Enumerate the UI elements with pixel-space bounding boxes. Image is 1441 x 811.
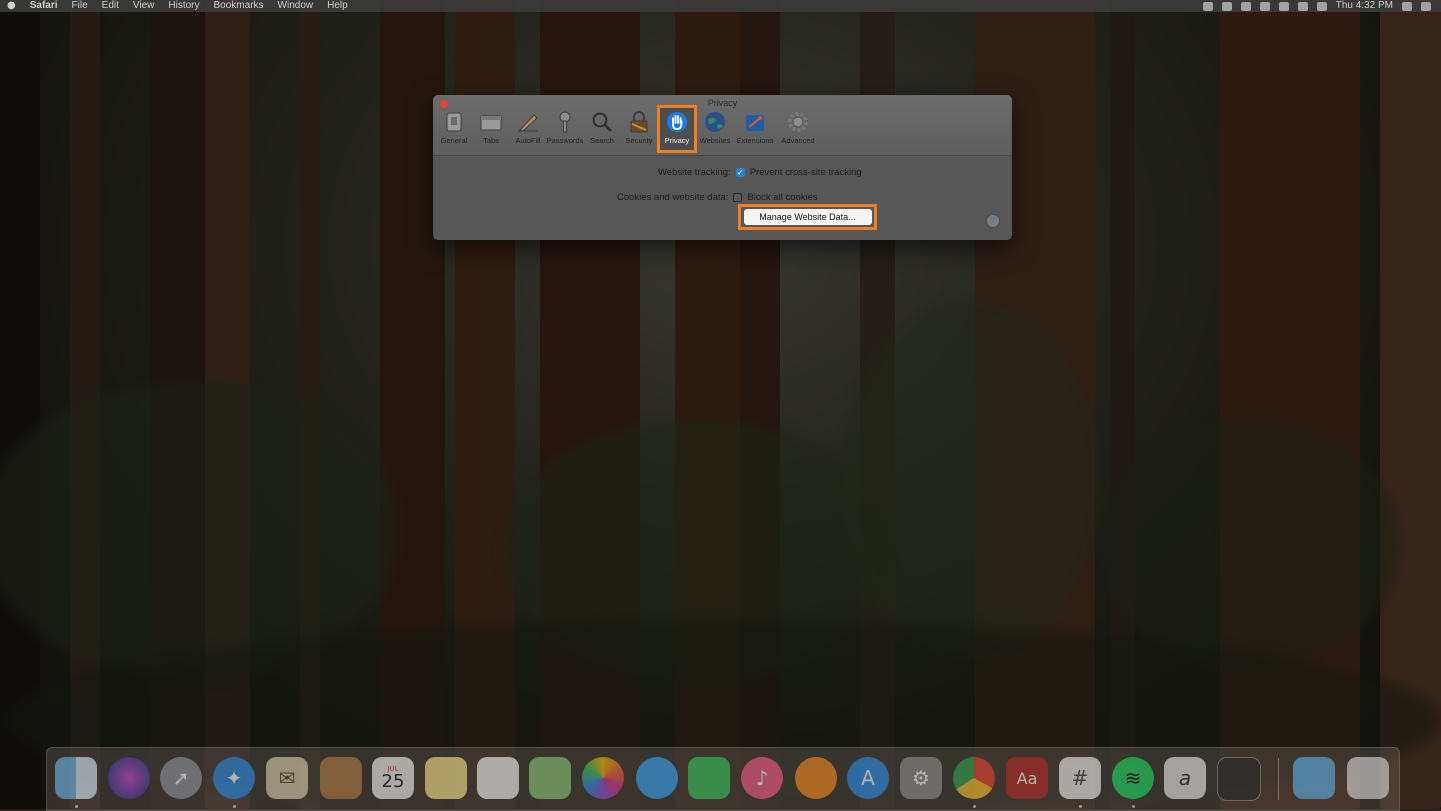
messages-icon[interactable] [636,757,678,799]
contacts-icon[interactable] [320,757,362,799]
siri-icon[interactable] [108,757,150,799]
photos-icon[interactable] [582,757,624,799]
app-store-icon[interactable]: A [847,757,889,799]
lock-icon [628,111,650,133]
hand-icon [666,111,688,133]
tabs-icon [480,111,502,133]
key-icon [554,111,576,133]
menu-bookmarks[interactable]: Bookmarks [207,0,271,12]
gear-icon [787,111,809,133]
menu-history[interactable]: History [161,0,206,12]
chrome-status-icon[interactable] [1202,1,1213,11]
help-button[interactable]: ? [986,214,1000,228]
menu-edit[interactable]: Edit [95,0,126,12]
safari-icon[interactable]: ✦ [213,757,255,799]
tab-autofill[interactable]: AutoFill [511,111,545,151]
slack-icon[interactable]: # [1059,757,1101,799]
maps-icon[interactable] [529,757,571,799]
manage-website-data-highlight: Manage Website Data... [738,204,877,230]
tab-extensions[interactable]: Extensions [735,111,775,151]
ibooks-icon[interactable] [795,757,837,799]
menu-view[interactable]: View [126,0,162,12]
magnifier-icon [591,111,613,133]
dock: ➚ ✦ ✉ JUL 25 ♪ A ⚙ Aa # ≋ a [46,747,1400,811]
script-editor-icon[interactable]: a [1164,757,1206,799]
website-tracking-label: Website tracking: [658,167,731,178]
spotify-icon[interactable]: ≋ [1112,757,1154,799]
bluetooth-icon[interactable] [1240,1,1251,11]
block-cookies-checkbox[interactable] [733,193,743,202]
app-menu[interactable]: Safari [23,0,65,12]
reminders-icon[interactable] [477,757,519,799]
notes-icon[interactable] [425,757,467,799]
menu-file[interactable]: File [65,0,95,12]
calendar-day: 25 [381,771,405,792]
system-preferences-icon[interactable]: ⚙ [900,757,942,799]
dock-separator [1278,758,1279,800]
launchpad-icon[interactable]: ➚ [160,757,202,799]
airplay-icon[interactable] [1278,1,1289,11]
tab-security[interactable]: Security [622,111,656,151]
notification-center-icon[interactable] [1421,1,1431,11]
tab-advanced[interactable]: Advanced [778,111,818,151]
spotlight-icon[interactable] [1402,1,1412,11]
tab-general[interactable]: General [437,111,471,151]
clock[interactable]: Thu 4:32 PM [1336,0,1393,12]
trash-icon[interactable] [1347,757,1389,799]
preferences-toolbar: Privacy General Tabs AutoFill Passwords … [433,95,1012,156]
dictionary-label: Aa [1016,768,1038,788]
privacy-pane: Website tracking: ✓ Prevent cross-site t… [433,156,1012,240]
tab-search[interactable]: Search [585,111,619,151]
autofill-icon [517,111,539,133]
do-not-disturb-icon[interactable] [1221,1,1232,11]
chrome-icon[interactable] [953,757,995,799]
general-icon [443,111,465,133]
tab-privacy[interactable]: Privacy [657,105,697,153]
calendar-icon[interactable]: JUL 25 [372,757,414,799]
globe-icon [704,111,726,133]
tab-tabs[interactable]: Tabs [474,111,508,151]
eject-icon[interactable] [1297,1,1308,11]
wifi-icon[interactable] [1259,1,1270,11]
menu-window[interactable]: Window [271,0,321,12]
menu-help[interactable]: Help [320,0,355,12]
prevent-tracking-label[interactable]: Prevent cross-site tracking [750,167,862,178]
mail-icon[interactable]: ✉ [266,757,308,799]
activity-monitor-icon[interactable] [1217,757,1261,801]
cookies-label: Cookies and website data: [617,192,729,203]
downloads-folder-icon[interactable] [1293,757,1335,799]
apple-menu-icon[interactable]: ● [0,0,23,12]
tab-passwords[interactable]: Passwords [547,111,583,151]
itunes-icon[interactable]: ♪ [741,757,783,799]
dictionary-icon[interactable]: Aa [1006,757,1048,799]
window-title: Privacy [707,98,738,108]
facetime-icon[interactable] [688,757,730,799]
finder-icon[interactable] [55,757,97,799]
menu-bar: ● Safari File Edit View History Bookmark… [0,0,1441,12]
block-cookies-label[interactable]: Block all cookies [747,192,817,203]
safari-preferences-window: Privacy General Tabs AutoFill Passwords … [433,95,1012,240]
volume-icon[interactable] [1316,1,1327,11]
script-label: a [1178,766,1192,790]
tab-websites[interactable]: Websites [698,111,732,151]
prevent-tracking-checkbox[interactable]: ✓ [735,168,745,177]
manage-website-data-button[interactable]: Manage Website Data... [743,209,872,225]
puzzle-icon [744,111,766,133]
